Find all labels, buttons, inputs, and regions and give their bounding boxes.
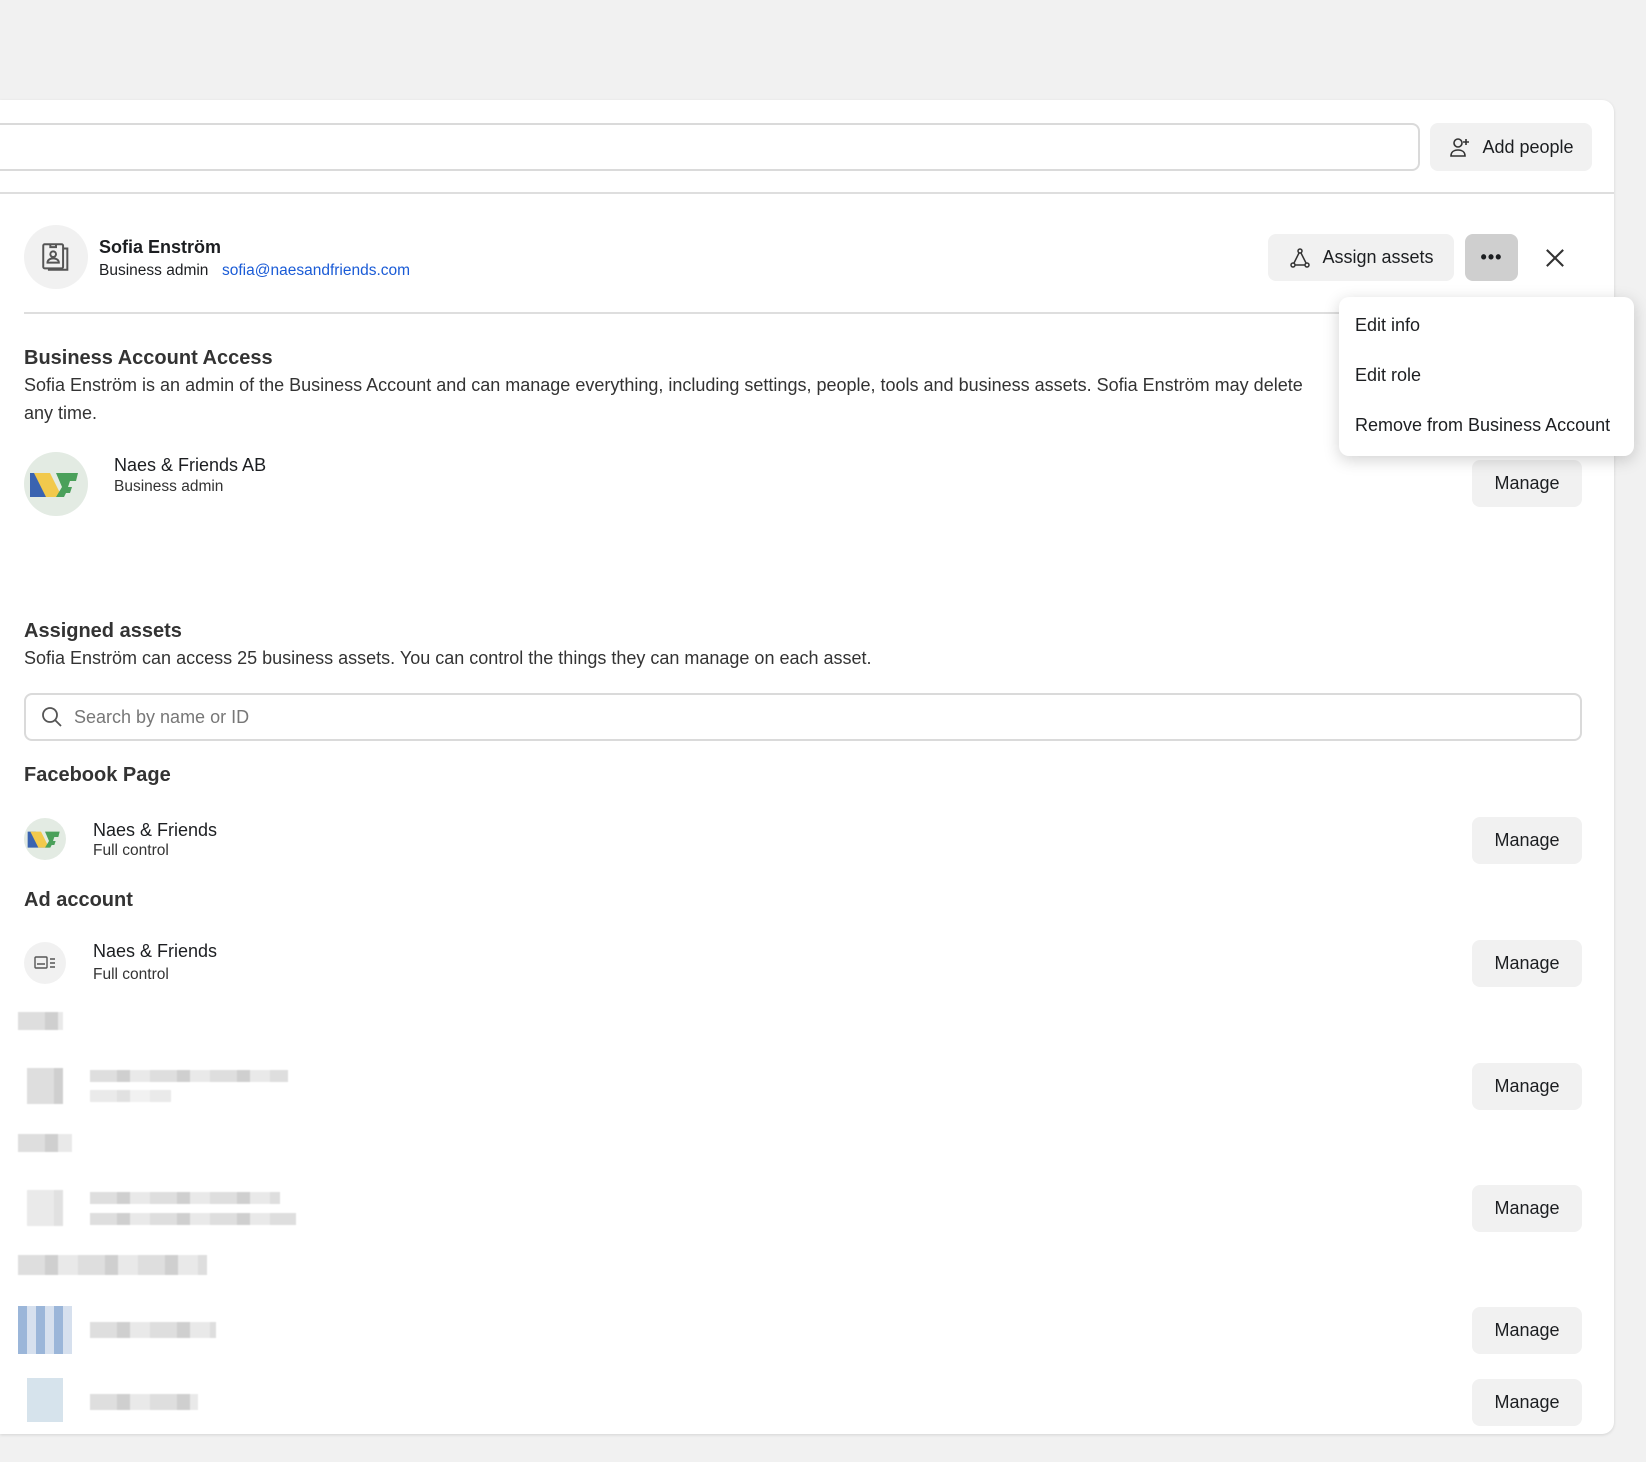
asset-access: Full control [93, 842, 169, 859]
person-email-link[interactable]: sofia@naesandfriends.com [222, 262, 410, 280]
manage-business-button[interactable]: Manage [1472, 460, 1582, 507]
assign-assets-button[interactable]: Assign assets [1268, 234, 1454, 281]
blurred-asset-text [90, 1322, 216, 1338]
business-access-title: Business Account Access [24, 347, 273, 369]
manage-asset-button[interactable]: Manage [1472, 1307, 1582, 1354]
business-access-description: Sofia Enström is an admin of the Busines… [24, 375, 1303, 423]
manage-asset-button[interactable]: Manage [1472, 1063, 1582, 1110]
search-icon [42, 707, 62, 727]
blurred-asset-icon [27, 1378, 63, 1422]
blurred-group-title [18, 1012, 63, 1030]
ad-account-icon [34, 956, 55, 969]
naes-friends-logo-icon [30, 473, 78, 497]
menu-item-edit-info[interactable]: Edit info [1355, 315, 1420, 336]
assigned-assets-title: Assigned assets [24, 620, 182, 642]
close-button[interactable] [1541, 244, 1569, 272]
group-title-ad-account: Ad account [24, 889, 133, 911]
person-role: Business admin [99, 262, 209, 279]
menu-item-edit-role[interactable]: Edit role [1355, 365, 1421, 386]
ellipsis-icon: ••• [1480, 247, 1503, 267]
blurred-group-title [18, 1255, 207, 1275]
id-badge-icon [42, 243, 69, 271]
blurred-asset-text [90, 1070, 288, 1082]
manage-asset-button[interactable]: Manage [1472, 1185, 1582, 1232]
blurred-asset-text [90, 1213, 296, 1225]
blurred-asset-text [90, 1394, 198, 1410]
person-name: Sofia Enström [99, 237, 222, 257]
page-logo [24, 818, 66, 860]
business-role: Business admin [114, 478, 224, 495]
blurred-asset-icon [27, 1190, 63, 1226]
group-title-facebook-page: Facebook Page [24, 764, 171, 786]
close-icon [1546, 249, 1564, 267]
add-people-button[interactable]: Add people [1430, 123, 1592, 171]
blurred-asset-text [90, 1090, 171, 1102]
toolbar-divider [0, 192, 1614, 194]
person-avatar [24, 225, 88, 289]
assigned-assets-description: Sofia Enström can access 25 business ass… [24, 648, 872, 668]
business-name: Naes & Friends AB [114, 455, 267, 475]
more-options-button[interactable]: ••• [1465, 234, 1518, 281]
assign-nodes-icon [1290, 247, 1311, 268]
person-add-icon [1450, 138, 1470, 157]
asset-access: Full control [93, 966, 169, 983]
asset-name: Naes & Friends [93, 941, 218, 961]
blurred-group-title [18, 1134, 72, 1152]
ad-account-icon-wrap [24, 942, 66, 984]
business-logo [24, 452, 88, 516]
manage-asset-button[interactable]: Manage [1472, 940, 1582, 987]
blurred-asset-text [90, 1192, 280, 1204]
people-search-input[interactable] [0, 123, 1420, 171]
asset-search-input[interactable]: Search by name or ID [24, 693, 1582, 741]
blurred-asset-icon [18, 1306, 72, 1354]
asset-name: Naes & Friends [93, 820, 218, 840]
manage-asset-button[interactable]: Manage [1472, 817, 1582, 864]
manage-asset-button[interactable]: Manage [1472, 1379, 1582, 1426]
more-options-menu: Edit info Edit role Remove from Business… [1339, 297, 1634, 456]
naes-friends-logo-icon [27, 831, 60, 848]
blurred-asset-icon [27, 1068, 63, 1104]
menu-item-remove-from-business-account[interactable]: Remove from Business Account [1355, 415, 1610, 436]
